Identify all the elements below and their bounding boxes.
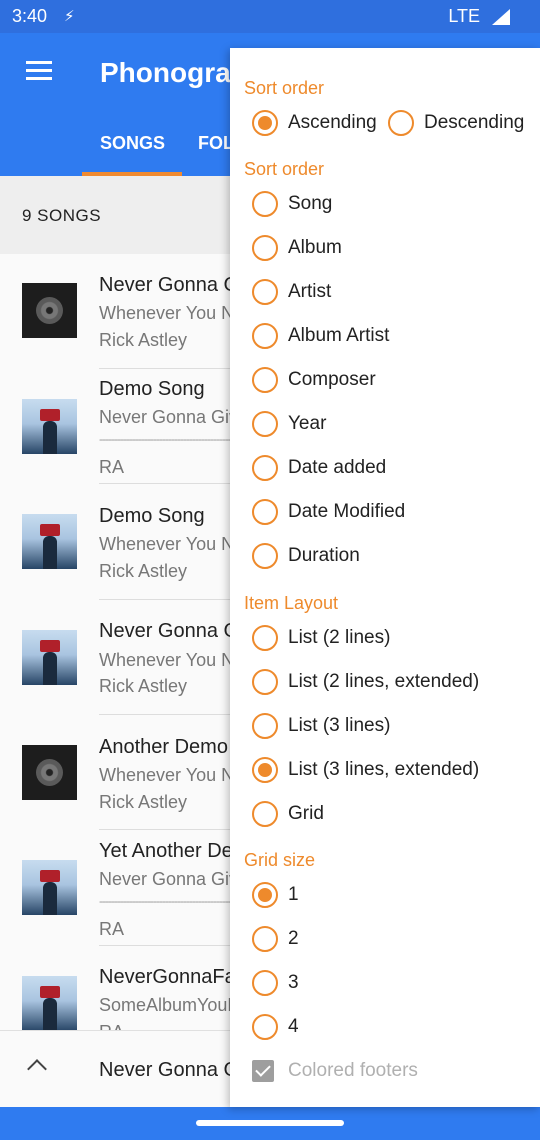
song-artist: RA <box>99 457 125 477</box>
song-title: Demo Song <box>99 378 205 400</box>
album-art <box>22 976 77 1030</box>
option-label: Descending <box>424 112 525 133</box>
radio-button-icon <box>252 543 278 569</box>
option-label: 1 <box>288 884 299 905</box>
radio-button-icon <box>252 882 278 908</box>
notification-icon: ⚡ <box>64 8 75 25</box>
song-separator-line: ----------------------------------------… <box>99 432 232 446</box>
option-label: List (2 lines, extended) <box>288 671 480 692</box>
song-artist: Rick Astley <box>99 561 188 581</box>
radio-button-icon <box>252 801 278 827</box>
song-separator-line: ----------------------------------------… <box>99 894 232 908</box>
signal-icon <box>492 9 510 25</box>
album-art <box>22 514 77 569</box>
section-header-grid-size: Grid size <box>244 850 316 870</box>
radio-button-icon <box>252 455 278 481</box>
status-time: 3:40 <box>12 6 48 26</box>
radio-button-icon <box>252 323 278 349</box>
section-header-sort-order: Sort order <box>244 159 325 179</box>
sort-menu-popup: Sort order Ascending Descending Sort ord… <box>230 48 540 1107</box>
album-art <box>22 860 77 915</box>
song-artist: RA <box>99 1022 124 1030</box>
option-label: Duration <box>288 545 360 566</box>
album-art <box>22 283 77 338</box>
song-artist: Rick Astley <box>99 330 188 350</box>
option-label: Artist <box>288 281 332 302</box>
album-art <box>22 399 77 454</box>
option-label: 2 <box>288 928 299 949</box>
navigation-bar <box>0 1107 540 1140</box>
network-label: LTE <box>448 6 480 26</box>
home-gesture-handle[interactable] <box>196 1120 344 1126</box>
radio-button-icon <box>252 625 278 651</box>
option-label: List (3 lines, extended) <box>288 759 480 780</box>
option-label: List (2 lines) <box>288 627 391 648</box>
option-label: Ascending <box>288 112 377 133</box>
option-label: Song <box>288 193 333 214</box>
option-label: 4 <box>288 1016 299 1037</box>
radio-button-icon <box>252 235 278 261</box>
section-header-sort-direction: Sort order <box>244 78 325 98</box>
section-header-item-layout: Item Layout <box>244 593 339 613</box>
radio-button-icon <box>252 713 278 739</box>
chevron-up-icon[interactable] <box>27 1059 47 1079</box>
radio-button-icon <box>252 1014 278 1040</box>
radio-button-icon <box>252 499 278 525</box>
tab-songs[interactable]: SONGS <box>100 133 165 154</box>
radio-button-icon <box>252 279 278 305</box>
radio-button-icon <box>252 757 278 783</box>
radio-button-icon <box>388 110 414 136</box>
option-label: Date added <box>288 457 387 478</box>
radio-button-icon <box>252 367 278 393</box>
radio-button-icon <box>252 669 278 695</box>
album-art <box>22 745 77 800</box>
option-label: Grid <box>288 803 324 824</box>
album-art <box>22 630 77 685</box>
checkbox-checked-icon <box>252 1060 274 1082</box>
option-label: Album <box>288 237 342 258</box>
radio-button-icon <box>252 970 278 996</box>
option-label: Album Artist <box>288 325 390 346</box>
song-artist: RA <box>99 919 125 939</box>
radio-button-icon <box>252 411 278 437</box>
status-bar: 3:40 ⚡ LTE <box>0 0 540 33</box>
song-artist: Rick Astley <box>99 792 188 812</box>
hamburger-menu-icon[interactable] <box>26 61 52 81</box>
option-label: Year <box>288 413 327 434</box>
option-label: Colored footers <box>288 1060 418 1081</box>
option-label: 3 <box>288 972 299 993</box>
song-artist: Rick Astley <box>99 676 188 696</box>
radio-button-icon <box>252 110 278 136</box>
radio-button-icon <box>252 191 278 217</box>
songs-count: 9 SONGS <box>22 206 102 225</box>
song-title: Demo Song <box>99 505 205 527</box>
radio-button-icon <box>252 926 278 952</box>
option-label: Date Modified <box>288 501 406 522</box>
option-label: List (3 lines) <box>288 715 391 736</box>
option-label: Composer <box>288 369 376 390</box>
